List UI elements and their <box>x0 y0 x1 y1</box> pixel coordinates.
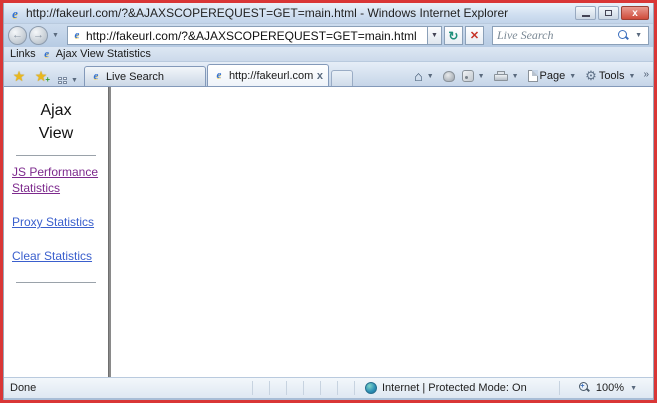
add-favorite-button[interactable]: ★ + <box>30 66 52 86</box>
tab-close-icon[interactable]: x <box>317 70 323 82</box>
back-button[interactable]: ← <box>8 26 27 45</box>
divider <box>16 155 96 156</box>
zone-text: Internet | Protected Mode: On <box>382 382 527 394</box>
home-dropdown-icon[interactable]: ▼ <box>425 73 436 80</box>
security-zone-pane: Internet | Protected Mode: On <box>354 381 559 395</box>
zoom-dropdown-icon[interactable]: ▼ <box>628 385 639 392</box>
divider <box>16 282 96 283</box>
internet-globe-icon <box>365 382 377 394</box>
refresh-button[interactable]: ↻ <box>444 26 463 45</box>
tools-dropdown-icon[interactable]: ▼ <box>627 73 638 80</box>
feeds-dropdown-icon[interactable]: ▼ <box>476 73 487 80</box>
status-text: Done <box>10 382 252 394</box>
page-menu-button[interactable]: Page ▼ <box>525 69 582 83</box>
status-pane <box>269 381 286 395</box>
sidebar-link-clear-statistics[interactable]: Clear Statistics <box>12 248 102 264</box>
address-dropdown-button[interactable]: ▼ <box>427 26 442 45</box>
search-box[interactable]: Live Search ▼ <box>492 26 649 45</box>
address-input[interactable]: e http://fakeurl.com/?&AJAXSCOPEREQUEST=… <box>67 26 427 45</box>
status-pane <box>337 381 354 395</box>
status-pane <box>252 381 269 395</box>
tab-label: http://fakeurl.com/?&... <box>229 70 313 82</box>
window-title: http://fakeurl.com/?&AJAXSCOPEREQUEST=GE… <box>26 6 575 20</box>
tab-fakeurl-active[interactable]: e http://fakeurl.com/?&... x <box>207 64 329 86</box>
browser-window: e http://fakeurl.com/?&AJAXSCOPEREQUEST=… <box>0 0 657 403</box>
new-tab-button[interactable] <box>331 70 353 86</box>
quick-tabs-dropdown-icon[interactable]: ▼ <box>69 77 80 84</box>
tab-label: Live Search <box>106 71 200 83</box>
history-dropdown-icon[interactable]: ▼ <box>50 32 61 39</box>
search-placeholder: Live Search <box>497 28 614 43</box>
sidebar-link-proxy-statistics[interactable]: Proxy Statistics <box>12 214 102 230</box>
toolbar-overflow-icon[interactable]: » <box>641 69 651 80</box>
links-label: Links <box>10 48 36 60</box>
tab-favicon-icon: e <box>90 70 102 83</box>
feeds-button[interactable]: ▼ <box>459 69 490 83</box>
quick-tabs-icon <box>58 77 67 84</box>
hand-button[interactable] <box>440 70 458 83</box>
print-icon <box>494 71 508 82</box>
search-dropdown-icon[interactable]: ▼ <box>633 32 644 39</box>
command-bar: ⌂ ▼ ▼ ▼ Page ▼ <box>411 69 651 86</box>
sidebar-link-js-performance-statistics[interactable]: JS Performance Statistics <box>12 164 102 196</box>
status-pane <box>286 381 303 395</box>
title-bar: e http://fakeurl.com/?&AJAXSCOPEREQUEST=… <box>4 3 653 24</box>
restore-icon <box>605 10 612 16</box>
tab-favicon-icon: e <box>213 69 225 82</box>
refresh-icon: ↻ <box>448 29 458 43</box>
address-url: http://fakeurl.com/?&AJAXSCOPEREQUEST=GE… <box>86 29 417 43</box>
links-item-ajax-view-statistics[interactable]: e Ajax View Statistics <box>41 48 151 61</box>
page-menu-label: Page <box>540 70 566 82</box>
hand-icon <box>443 71 455 82</box>
page-icon <box>528 70 538 82</box>
links-bar: Links e Ajax View Statistics <box>4 47 653 62</box>
link-favicon-icon: e <box>41 48 53 61</box>
ie-logo-icon: e <box>8 7 22 20</box>
main-frame <box>111 87 653 377</box>
print-button[interactable]: ▼ <box>491 70 524 83</box>
tab-live-search[interactable]: e Live Search <box>84 66 206 86</box>
sidebar-frame: Ajax View JS Performance Statistics Prox… <box>4 87 108 377</box>
tab-bar: ★ ★ + ▼ e Live Search e http://fakeurl.c… <box>4 62 653 87</box>
stop-button[interactable]: ✕ <box>465 26 484 45</box>
zoom-level: 100% <box>596 382 624 394</box>
links-item-label: Ajax View Statistics <box>56 48 151 60</box>
minimize-button[interactable] <box>575 6 596 20</box>
feeds-icon <box>462 70 474 82</box>
favorites-star-icon: ★ <box>13 68 26 85</box>
status-pane <box>303 381 320 395</box>
forward-button[interactable]: → <box>29 26 48 45</box>
zoom-plus-icon: + <box>580 383 584 390</box>
minimize-icon <box>582 15 590 17</box>
print-dropdown-icon[interactable]: ▼ <box>510 73 521 80</box>
stop-icon: ✕ <box>470 29 479 42</box>
restore-button[interactable] <box>598 6 619 20</box>
home-icon: ⌂ <box>414 70 422 82</box>
zoom-control[interactable]: + 100% ▼ <box>559 381 647 395</box>
add-plus-icon: + <box>45 75 50 84</box>
home-button[interactable]: ⌂ ▼ <box>411 69 438 83</box>
quick-tabs-button[interactable]: ▼ <box>58 77 80 84</box>
page-favicon-icon: e <box>71 29 83 42</box>
favorites-center-button[interactable]: ★ <box>8 66 30 86</box>
tools-menu-button[interactable]: ⚙ Tools ▼ <box>582 69 640 83</box>
status-pane <box>320 381 337 395</box>
tools-menu-label: Tools <box>599 70 625 82</box>
sidebar-title: Ajax View <box>31 99 81 145</box>
close-button[interactable]: x <box>621 6 649 20</box>
status-bar: Done Internet | Protected Mode: On + 100… <box>4 377 653 400</box>
page-dropdown-icon[interactable]: ▼ <box>567 73 578 80</box>
gear-icon: ⚙ <box>585 70 597 82</box>
search-icon[interactable] <box>618 30 629 41</box>
page-content: Ajax View JS Performance Statistics Prox… <box>4 87 653 377</box>
address-bar-row: ← → ▼ e http://fakeurl.com/?&AJAXSCOPERE… <box>4 24 653 47</box>
